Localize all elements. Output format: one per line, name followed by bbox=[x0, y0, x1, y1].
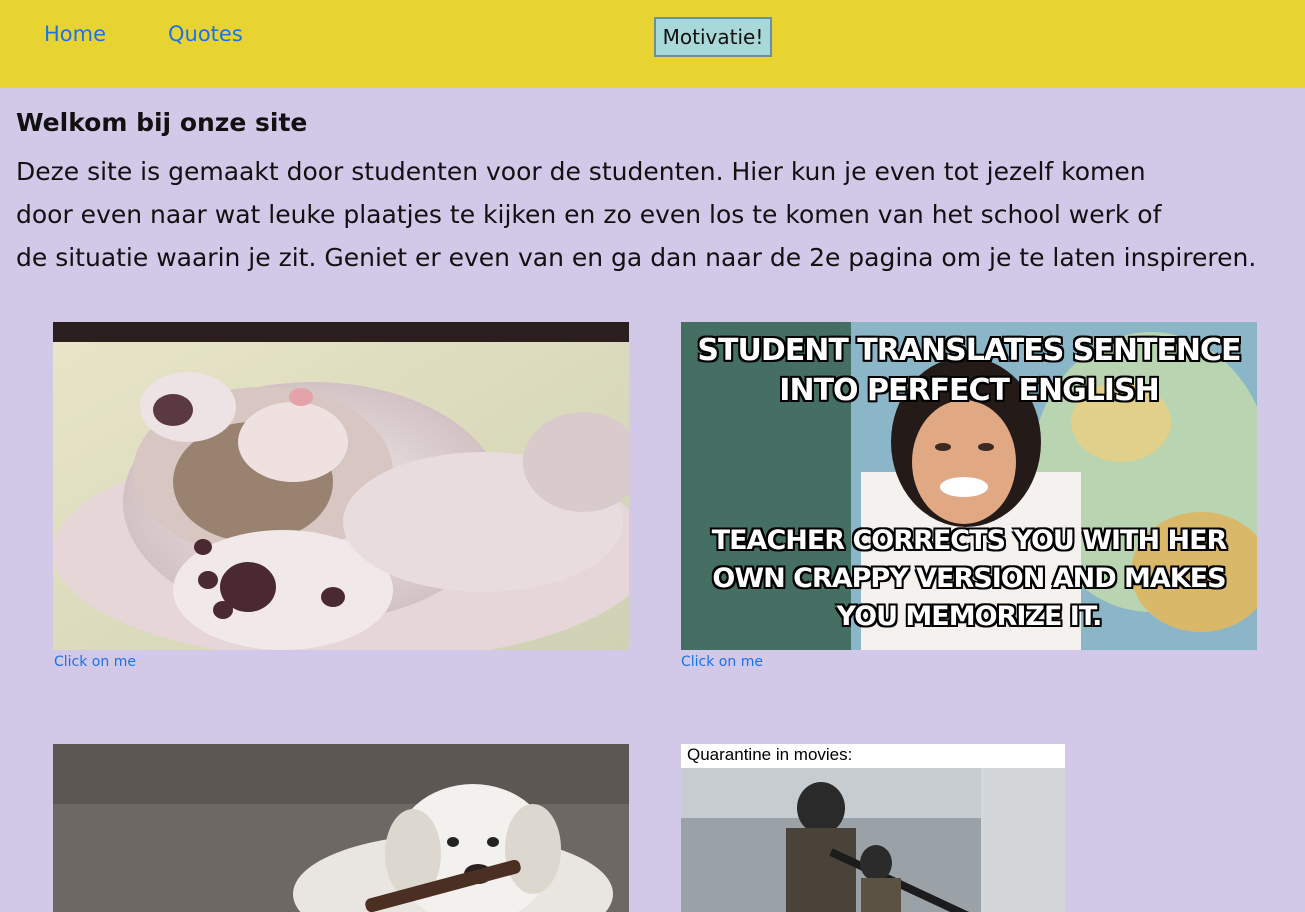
top-navbar: Home Quotes Motivatie! bbox=[0, 0, 1305, 88]
meme-top-line-2: INTO PERFECT ENGLISH bbox=[779, 373, 1159, 408]
meme-caption-link[interactable]: Click on me bbox=[681, 654, 763, 670]
nav-home-link[interactable]: Home bbox=[44, 22, 106, 46]
quarantine-title: Quarantine in movies: bbox=[681, 744, 1065, 768]
meme-bottom-line-1: TEACHER CORRECTS YOU WITH HER bbox=[711, 525, 1228, 556]
intro-text: Deze site is gemaakt door studenten voor… bbox=[16, 150, 1276, 279]
kitten-caption-link[interactable]: Click on me bbox=[54, 654, 136, 670]
intro-line-1: Deze site is gemaakt door studenten voor… bbox=[16, 157, 1146, 186]
meme-top-line-1: STUDENT TRANSLATES SENTENCE bbox=[697, 333, 1241, 368]
kitten-image[interactable] bbox=[53, 322, 629, 650]
dog-photo bbox=[53, 744, 629, 912]
quarantine-meme-image[interactable]: Quarantine in movies: bbox=[681, 744, 1065, 912]
page-title: Welkom bij onze site bbox=[16, 108, 308, 137]
motivation-button[interactable]: Motivatie! bbox=[654, 17, 772, 57]
intro-line-2: door even naar wat leuke plaatjes te kij… bbox=[16, 200, 1162, 229]
intro-line-3: de situatie waarin je zit. Geniet er eve… bbox=[16, 243, 1257, 272]
quarantine-photo bbox=[681, 768, 1065, 912]
meme-bottom-line-3: YOU MEMORIZE IT. bbox=[836, 601, 1103, 632]
dog-image[interactable] bbox=[53, 744, 629, 912]
kitten-photo bbox=[53, 322, 629, 650]
teacher-meme-image[interactable]: STUDENT TRANSLATES SENTENCE INTO PERFECT… bbox=[681, 322, 1257, 650]
meme-bottom-line-2: OWN CRAPPY VERSION AND MAKES bbox=[712, 563, 1226, 594]
nav-quotes-link[interactable]: Quotes bbox=[168, 22, 243, 46]
